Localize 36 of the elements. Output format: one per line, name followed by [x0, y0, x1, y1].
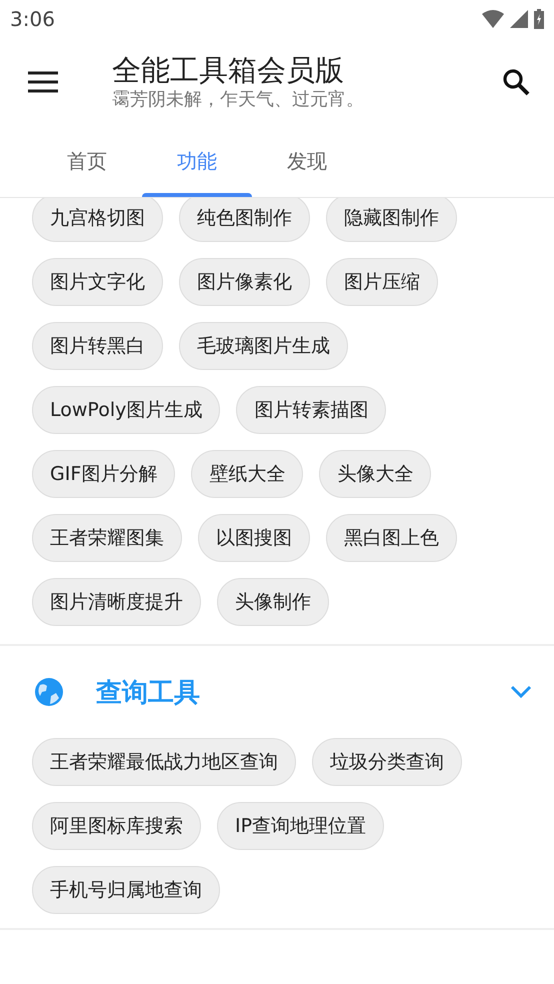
- tool-chip[interactable]: 图片转素描图: [236, 386, 386, 434]
- tab[interactable]: 功能: [142, 125, 252, 197]
- search-icon[interactable]: [502, 68, 530, 96]
- tool-chip[interactable]: 图片像素化: [179, 258, 310, 306]
- menu-icon[interactable]: [28, 70, 58, 92]
- tool-chip[interactable]: 王者荣耀最低战力地区查询: [32, 738, 296, 786]
- tool-chip[interactable]: 毛玻璃图片生成: [179, 322, 348, 370]
- app-subtitle: 霭芳阴未解，乍天气、过元宵。: [112, 88, 365, 112]
- status-time: 3:06: [10, 7, 55, 31]
- tool-chip[interactable]: 头像大全: [319, 450, 432, 498]
- tool-chip[interactable]: 以图搜图: [198, 514, 310, 562]
- tool-chip[interactable]: 图片转黑白: [32, 322, 163, 370]
- tool-chip[interactable]: 九宫格切图: [32, 198, 163, 242]
- globe-icon: [34, 677, 64, 707]
- tab[interactable]: 首页: [32, 125, 142, 197]
- tool-chip[interactable]: 头像制作: [217, 578, 329, 626]
- battery-icon: [534, 9, 544, 29]
- tool-chip[interactable]: 垃圾分类查询: [312, 738, 462, 786]
- tool-chip[interactable]: 图片文字化: [32, 258, 163, 306]
- tool-chip[interactable]: 壁纸大全: [191, 450, 304, 498]
- tool-chip[interactable]: LowPoly图片生成: [32, 386, 220, 434]
- tool-chip[interactable]: 隐藏图制作: [326, 198, 457, 242]
- tool-chip[interactable]: IP查询地理位置: [217, 802, 384, 850]
- tool-chip[interactable]: 图片清晰度提升: [32, 578, 201, 626]
- tool-chip[interactable]: 阿里图标库搜索: [32, 802, 201, 850]
- wifi-icon: [482, 10, 504, 28]
- tool-chip[interactable]: GIF图片分解: [32, 450, 176, 498]
- tool-chip[interactable]: 手机号归属地查询: [32, 866, 220, 914]
- tool-chip[interactable]: 黑白图上色: [326, 514, 457, 562]
- tool-chip[interactable]: 王者荣耀图集: [32, 514, 182, 562]
- tool-chip[interactable]: 图片压缩: [326, 258, 438, 306]
- app-title: 全能工具箱会员版: [112, 52, 345, 88]
- signal-icon: [510, 10, 528, 28]
- chevron-icon[interactable]: [510, 685, 532, 699]
- tab[interactable]: 发现: [252, 125, 362, 197]
- tool-chip[interactable]: 纯色图制作: [179, 198, 310, 242]
